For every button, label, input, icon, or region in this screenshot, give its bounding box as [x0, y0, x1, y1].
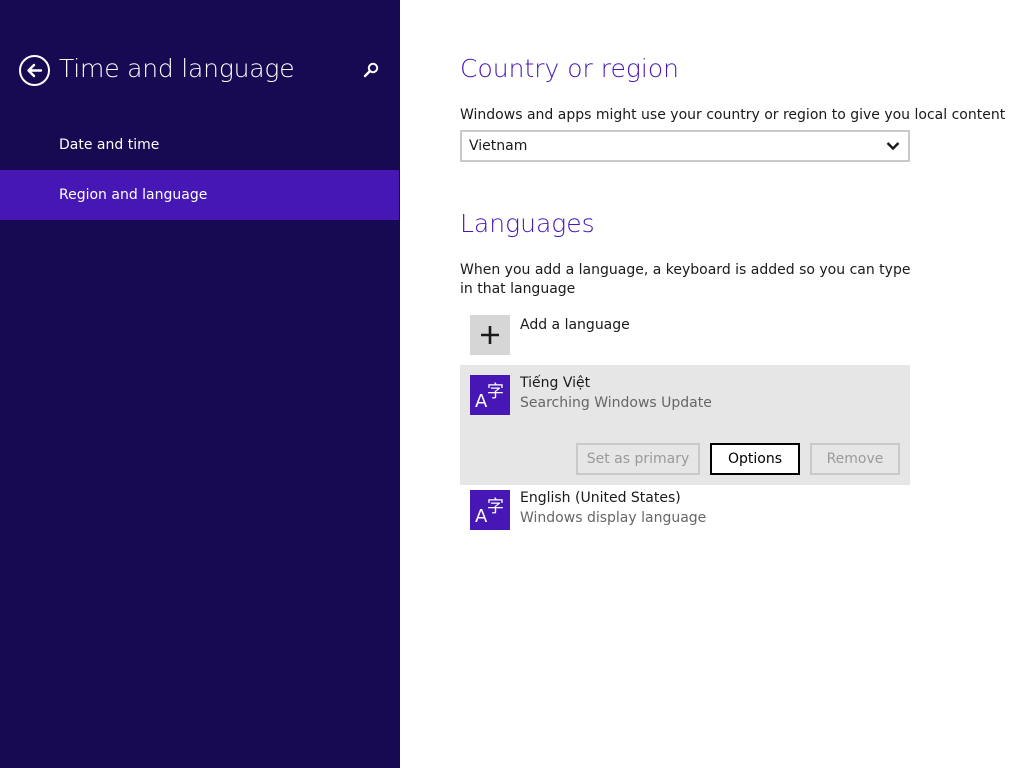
language-name: English (United States): [520, 490, 681, 506]
back-button[interactable]: [19, 55, 50, 86]
country-description: Windows and apps might use your country …: [460, 107, 1006, 123]
chevron-down-icon: [886, 142, 900, 151]
search-icon: [363, 62, 379, 78]
languages-description: When you add a language, a keyboard is a…: [460, 262, 911, 297]
sidebar-item-date-and-time[interactable]: Date and time: [0, 120, 399, 170]
language-item-selected: A 字 Tiếng Việt Searching Windows Update …: [460, 365, 910, 485]
svg-text:字: 字: [487, 497, 504, 517]
language-icon: A 字: [470, 375, 510, 415]
sidebar-item-region-and-language[interactable]: Region and language: [0, 170, 399, 220]
language-status: Windows display language: [520, 510, 707, 526]
language-item-vietnamese[interactable]: A 字 Tiếng Việt Searching Windows Update: [470, 375, 910, 417]
set-as-primary-button[interactable]: Set as primary: [576, 443, 700, 475]
country-dropdown[interactable]: Vietnam: [460, 130, 910, 162]
remove-button[interactable]: Remove: [810, 443, 900, 475]
options-button[interactable]: Options: [710, 443, 800, 475]
search-button[interactable]: [360, 59, 382, 81]
add-language-button[interactable]: Add a language: [470, 315, 910, 355]
language-icon: A 字: [470, 490, 510, 530]
back-arrow-icon: [27, 63, 43, 78]
main-content: Country or region Windows and apps might…: [460, 0, 1024, 768]
pane-title: Time and language: [59, 54, 295, 83]
add-language-label: Add a language: [520, 317, 630, 333]
svg-text:字: 字: [487, 382, 504, 402]
language-name: Tiếng Việt: [520, 375, 591, 391]
language-glyph-icon: A 字: [475, 382, 504, 412]
country-dropdown-value: Vietnam: [469, 138, 528, 154]
language-glyph-icon: A 字: [475, 497, 504, 527]
languages-heading: Languages: [460, 209, 595, 238]
language-status: Searching Windows Update: [520, 395, 712, 411]
plus-icon: [481, 326, 499, 344]
country-heading: Country or region: [460, 54, 679, 83]
add-language-tile: [470, 315, 510, 355]
sidebar: Time and language Date and time Region a…: [0, 0, 400, 768]
language-item-english[interactable]: A 字 English (United States) Windows disp…: [470, 490, 910, 532]
